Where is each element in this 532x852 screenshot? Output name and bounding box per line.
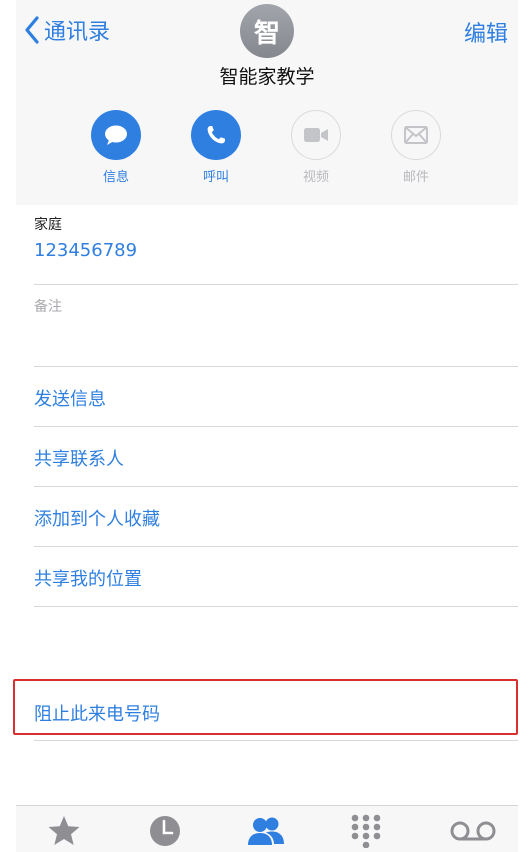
edit-button[interactable]: 编辑 — [464, 16, 508, 48]
phone-row[interactable]: 家庭 123456789 — [34, 214, 518, 285]
call-action-label: 呼叫 — [202, 170, 229, 185]
keypad-icon — [351, 814, 381, 848]
voicemail-icon — [450, 821, 496, 841]
contact-name: 智能家教学 — [219, 66, 315, 88]
back-button[interactable]: 通讯录 — [24, 14, 110, 46]
share-contact-row[interactable]: 共享联系人 — [34, 427, 518, 487]
message-icon — [105, 125, 127, 145]
mail-action[interactable]: 邮件 — [386, 110, 446, 185]
clock-icon — [150, 816, 180, 846]
tab-keypad[interactable] — [346, 814, 386, 848]
tab-bar — [16, 805, 518, 852]
block-caller-button[interactable]: 阻止此来电号码 — [34, 700, 160, 726]
contact-header: 通讯录 智 编辑 智能家教学 信息 呼叫 视频 邮件 — [16, 0, 518, 205]
share-location-link[interactable]: 共享我的位置 — [34, 565, 142, 591]
mail-action-label: 邮件 — [402, 170, 429, 185]
tab-contacts[interactable] — [246, 814, 286, 848]
send-message-link[interactable]: 发送信息 — [34, 385, 106, 411]
phone-icon — [207, 126, 225, 144]
message-action[interactable]: 信息 — [86, 110, 146, 185]
call-action[interactable]: 呼叫 — [186, 110, 246, 185]
avatar: 智 — [240, 4, 294, 58]
share-contact-link[interactable]: 共享联系人 — [34, 445, 124, 471]
notes-label: 备注 — [34, 299, 62, 315]
send-message-row[interactable]: 发送信息 — [34, 367, 518, 427]
tab-favorites[interactable] — [44, 814, 84, 848]
phone-label: 家庭 — [34, 217, 62, 233]
add-favorite-row[interactable]: 添加到个人收藏 — [34, 487, 518, 547]
message-action-label: 信息 — [102, 170, 129, 185]
divider — [34, 740, 518, 741]
tab-voicemail[interactable] — [448, 814, 498, 848]
add-favorite-link[interactable]: 添加到个人收藏 — [34, 505, 160, 531]
video-action[interactable]: 视频 — [286, 110, 346, 185]
star-icon — [48, 816, 80, 845]
chevron-left-icon — [25, 16, 39, 44]
video-icon — [304, 128, 328, 142]
video-action-label: 视频 — [302, 170, 329, 185]
notes-row[interactable]: 备注 — [34, 296, 518, 367]
tab-recents[interactable] — [145, 814, 185, 848]
mail-icon — [404, 126, 428, 144]
share-location-row[interactable]: 共享我的位置 — [34, 547, 518, 607]
back-label: 通讯录 — [44, 20, 111, 45]
phone-number[interactable]: 123456789 — [34, 240, 518, 261]
contacts-icon — [248, 817, 284, 845]
